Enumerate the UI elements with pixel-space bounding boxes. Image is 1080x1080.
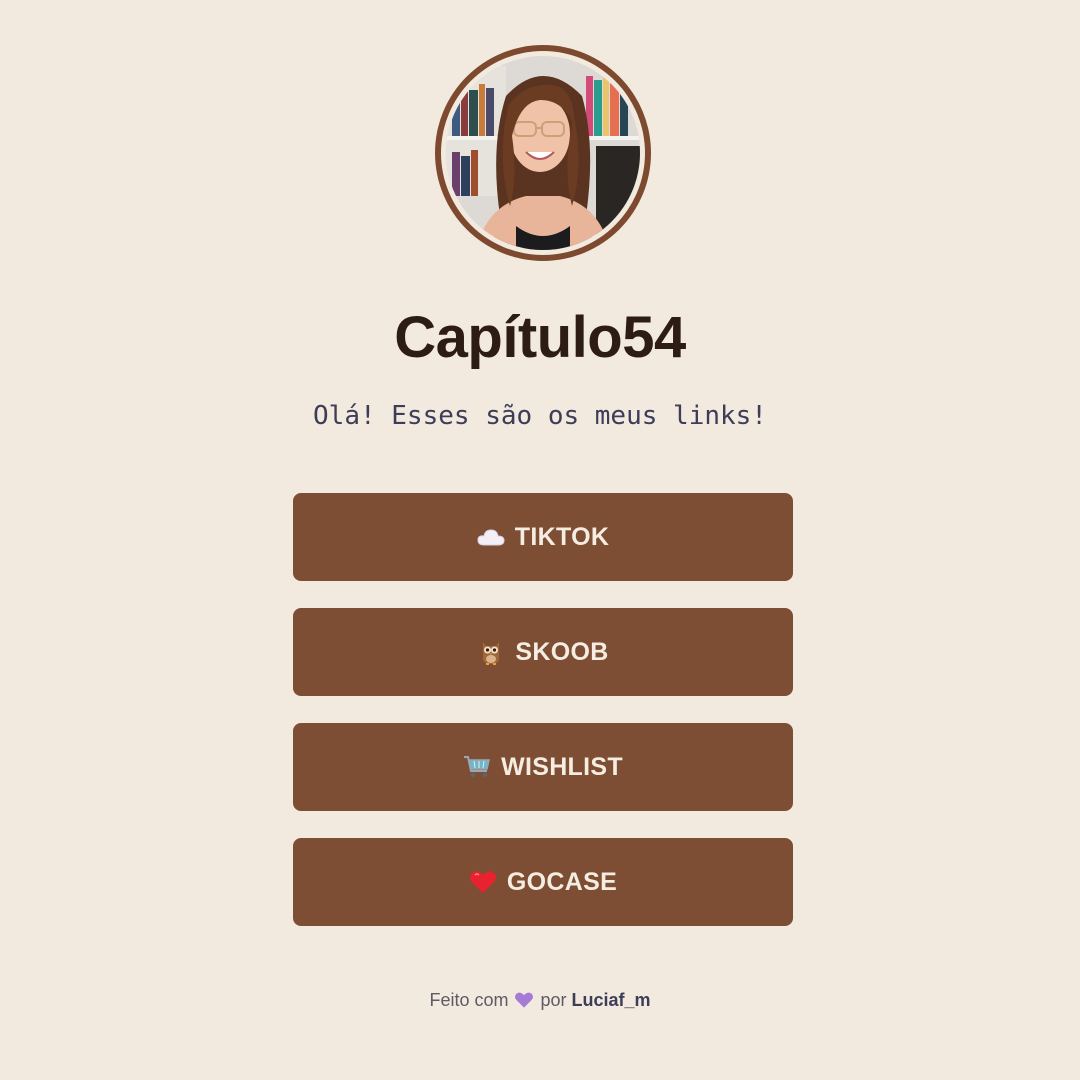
footer-by: por: [540, 990, 567, 1010]
footer: Feito com por Luciaf_m: [0, 986, 1080, 1017]
profile-photo: [446, 56, 640, 250]
footer-author-link[interactable]: Luciaf_m: [572, 990, 651, 1010]
purple-heart-icon: [514, 989, 534, 1017]
wishlist-link-label: WISHLIST: [501, 752, 623, 781]
owl-icon: [477, 638, 505, 666]
page-title: Capítulo54: [394, 305, 686, 370]
heart-icon: [469, 868, 497, 896]
link-page: Capítulo54 Olá! Esses são os meus links!…: [0, 0, 1080, 1080]
cart-icon: [463, 753, 491, 781]
page-subtitle: Olá! Esses são os meus links!: [313, 401, 767, 431]
cloud-icon: [477, 523, 505, 551]
avatar: [435, 45, 651, 261]
footer-made-with: Feito com: [429, 990, 509, 1010]
tiktok-link-button[interactable]: TIKTOK: [293, 493, 793, 581]
skoob-link-button[interactable]: SKOOB: [293, 608, 793, 696]
gocase-link-label: GOCASE: [506, 867, 618, 896]
link-list: TIKTOK SKOOB WISHLIST GOCASE: [293, 493, 793, 953]
wishlist-link-button[interactable]: WISHLIST: [293, 723, 793, 811]
tiktok-link-label: TIKTOK: [514, 522, 610, 551]
gocase-link-button[interactable]: GOCASE: [293, 838, 793, 926]
skoob-link-label: SKOOB: [515, 637, 609, 666]
